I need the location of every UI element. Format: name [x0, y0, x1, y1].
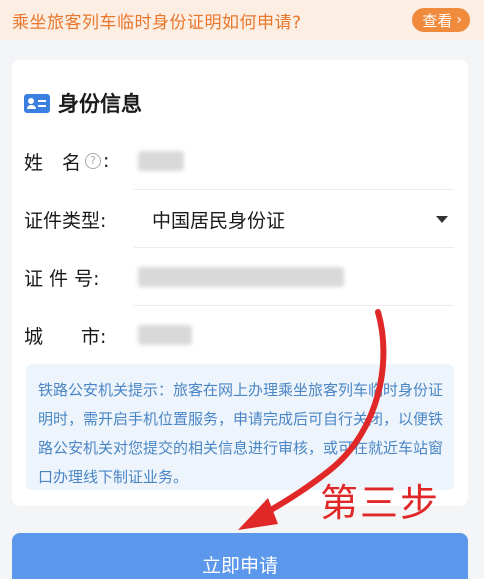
redacted-city	[138, 325, 192, 345]
help-icon[interactable]: ?	[85, 153, 102, 169]
section-title: 身份信息	[24, 88, 142, 118]
name-label: 姓 名	[24, 151, 82, 174]
dropdown-caret-icon[interactable]	[436, 215, 448, 223]
apply-now-label: 立即申请	[201, 555, 278, 577]
step-annotation: 第三步	[320, 481, 441, 525]
redacted-name	[138, 151, 184, 171]
city-field[interactable]	[138, 325, 454, 345]
apply-now-button[interactable]: 立即申请	[12, 533, 468, 579]
name-field[interactable]	[138, 151, 454, 171]
id-type-label: 证件类型:	[24, 209, 107, 232]
banner-text: 乘坐旅客列车临时身份证明如何申请?	[12, 12, 302, 33]
section-title-text: 身份信息	[58, 92, 142, 116]
chevron-right-icon: ›	[456, 12, 462, 28]
name-row[interactable]: 姓 名 ? :	[24, 132, 454, 190]
info-banner[interactable]: 乘坐旅客列车临时身份证明如何申请? 查看 ›	[0, 0, 484, 40]
view-button[interactable]: 查看 ›	[412, 8, 470, 32]
city-label: 城 市:	[24, 325, 107, 348]
id-number-field[interactable]	[138, 267, 454, 287]
id-number-label: 证 件 号:	[24, 267, 100, 290]
view-button-label: 查看	[422, 11, 453, 30]
id-type-select[interactable]: 中国居民身份证	[138, 206, 436, 233]
id-type-row[interactable]: 证件类型: 中国居民身份证	[24, 190, 454, 248]
name-label-group: 姓 名 ? :	[24, 148, 138, 175]
redacted-id-number	[138, 267, 344, 287]
id-card-icon	[24, 93, 50, 113]
id-number-row[interactable]: 证 件 号:	[24, 248, 454, 306]
name-colon: :	[103, 150, 110, 172]
city-row[interactable]: 城 市:	[24, 306, 454, 364]
